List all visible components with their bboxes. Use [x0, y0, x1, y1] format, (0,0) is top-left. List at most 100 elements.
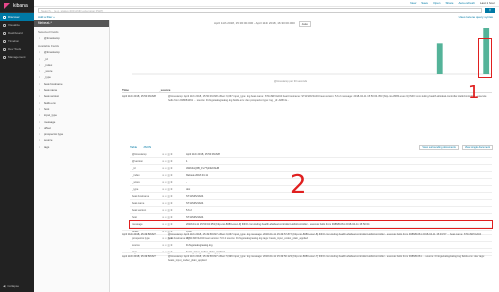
nav-item-discover[interactable]: Discover	[0, 13, 34, 21]
topbar-new[interactable]: New	[410, 1, 416, 5]
detail-filter-icons[interactable]: ⊕⊖▥✱	[162, 216, 186, 219]
annotation-number-2: 2	[290, 170, 307, 200]
histogram-chart[interactable]	[122, 26, 492, 78]
available-fields-list: t @timestamp t _id t _index t _score t _type t beat…	[34, 49, 109, 150]
nav-icon	[3, 55, 6, 59]
nav-label: Dev Tools	[8, 47, 22, 51]
detail-field-name: @version	[132, 159, 143, 163]
nav-item-timelion[interactable]: Timelion	[0, 37, 34, 45]
main-content: April 11th 2018, 15:30:00.000 - April 11…	[114, 20, 499, 292]
detail-field-value: filebeat-2018.04.11	[186, 173, 209, 177]
detail-filter-icons[interactable]: ⊕⊖▥✱	[162, 188, 186, 191]
detail-field-value: doc	[186, 187, 191, 191]
search-button[interactable]: ⚲	[485, 8, 495, 13]
nav-items: Discover Visualize Dashboard Timelion Dev To…	[0, 13, 34, 61]
detail-filter-icons[interactable]: ⊕⊖▥✱	[162, 209, 186, 212]
app-name: kibana	[13, 3, 28, 9]
topbar-open[interactable]: Open	[433, 1, 440, 5]
source-column-header: _source	[158, 87, 171, 92]
topbar-share[interactable]: Share	[445, 1, 453, 5]
hits-header: Time _source	[122, 87, 492, 93]
nav-label: Timelion	[8, 39, 20, 43]
detail-row: _index ⊕⊖▥✱ filebeat-2018.04.11	[130, 172, 492, 179]
detail-field-value: ST11SRV4A04	[186, 201, 204, 205]
detail-field-name: beat.hostname	[132, 194, 150, 198]
nav-icon	[3, 15, 6, 19]
side-nav: kibana Discover Visualize Dashboard Timelio…	[0, 0, 34, 292]
nav-item-dashboard[interactable]: Dashboard	[0, 29, 34, 37]
detail-row: _type ⊕⊖▥✱ doc	[130, 186, 492, 193]
time-picker[interactable]: Last 1 hour	[480, 1, 495, 5]
field-name: tags	[44, 144, 50, 149]
detail-filter-icons[interactable]: ⊕⊖▥✱	[162, 153, 186, 156]
detail-row: beat.hostname ⊕⊖▥✱ ST11SRV4A04	[130, 193, 492, 200]
detail-field-value: 1	[186, 159, 188, 163]
detail-field-name: message	[132, 222, 143, 226]
detail-filter-icons[interactable]: ⊕⊖▥✱	[162, 223, 186, 226]
nav-label: Management	[8, 55, 26, 59]
available-fields-header: Available Fields	[38, 44, 59, 49]
search-row: Search... (e.g. status:200 AND extension…	[34, 7, 499, 14]
selected-fields-header: Selected Fields	[38, 30, 59, 34]
topbar-save[interactable]: Save	[421, 1, 428, 5]
nav-icon	[3, 47, 6, 51]
hit-time: April 11th 2018, 15:49:58.827	[122, 233, 156, 236]
nav-item-visualize[interactable]: Visualize	[0, 21, 34, 29]
view-surrounding-link[interactable]: View surrounding documents	[419, 145, 459, 150]
kibana-logo-icon	[4, 3, 10, 9]
hit-row[interactable]: April 11th 2018, 15:49:58.827 @timestamp…	[122, 252, 492, 263]
hit-row[interactable]: April 11th 2018, 15:50:09.828 @timestamp…	[122, 95, 492, 103]
detail-field-value: April 11th 2018, 15:50:09.828	[186, 152, 220, 156]
detail-field-name: _index	[132, 173, 140, 177]
annotation-number-1: 1	[468, 82, 480, 103]
detail-filter-icons[interactable]: ⊕⊖▥✱	[162, 174, 186, 177]
app: kibana Discover Visualize Dashboard Timelio…	[0, 0, 499, 292]
histogram-bar[interactable]	[436, 43, 443, 74]
detail-row: beat.version ⊕⊖▥✱ 5.6.2	[130, 207, 492, 214]
top-bar: New Save Open Share Auto-refresh Last 1 …	[34, 0, 499, 7]
hit-row[interactable]: April 11th 2018, 15:49:58.827 @timestamp…	[122, 230, 492, 241]
tab-json[interactable]: JSON	[143, 145, 151, 149]
detail-row: @timestamp ⊕⊖▥✱ April 11th 2018, 15:50:09.…	[130, 151, 492, 158]
tab-table[interactable]: Table	[130, 145, 137, 149]
nav-item-management[interactable]: Management	[0, 53, 34, 61]
nav-icon	[3, 39, 6, 43]
detail-filter-icons[interactable]: ⊕⊖▥✱	[162, 202, 186, 205]
detail-filter-icons[interactable]: ⊕⊖▥✱	[162, 160, 186, 163]
nav-item-dev-tools[interactable]: Dev Tools	[0, 45, 34, 53]
topbar-auto-refresh[interactable]: Auto-refresh	[458, 1, 475, 5]
detail-filter-icons[interactable]: ⊕⊖▥✱	[162, 244, 186, 247]
hit-time: April 11th 2018, 15:50:09.828	[122, 95, 156, 98]
add-filter-link[interactable]: Add a filter +	[38, 15, 55, 19]
detail-row: @version ⊕⊖▥✱ 1	[130, 158, 492, 165]
nav-icon	[3, 31, 6, 35]
detail-filter-icons[interactable]: ⊕⊖▥✱	[162, 167, 186, 170]
detail-row: host ⊕⊖▥✱ ST11SRV4A04	[130, 214, 492, 221]
detail-row: _id ⊕⊖▥✱ AWK4sQ6B_Fv7TpNHKbHB	[130, 165, 492, 172]
lucene-syntax-link[interactable]: Uses lucene query syntax	[459, 15, 493, 19]
detail-field-value: AWK4sQ6B_Fv7TpNHKbHB	[186, 166, 220, 170]
collapse-button[interactable]: ◀ Collapse	[3, 284, 19, 288]
detail-field-value: 2018-04-11 15:50:04.353 [http-nio-8080-e…	[186, 222, 370, 226]
detail-filter-icons[interactable]: ⊕⊖▥✱	[162, 181, 186, 184]
field-item[interactable]: t tags	[34, 144, 109, 150]
doc-links: View surrounding documents View single d…	[419, 145, 493, 150]
detail-field-value: -	[186, 180, 187, 184]
index-pattern-selector[interactable]: filebeat-*	[34, 20, 109, 27]
kibana-logo[interactable]: kibana	[0, 0, 34, 13]
hit-source: @timestamp: April 11th 2018, 15:50:09.82…	[168, 95, 487, 102]
detail-field-value: 5.6.2	[186, 208, 192, 212]
search-input[interactable]: Search... (e.g. status:200 AND extension…	[38, 8, 482, 13]
chart-x-label: @timestamp per 30 seconds	[274, 80, 308, 83]
field-name: @timestamp	[44, 36, 60, 40]
doc-tabs: Table JSON	[130, 145, 151, 149]
detail-field-name: _id	[132, 166, 136, 170]
nav-label: Visualize	[8, 23, 20, 27]
nav-icon	[3, 23, 6, 27]
annotation-box-bars	[478, 38, 492, 78]
time-column-header[interactable]: Time	[122, 88, 129, 92]
detail-field-value: D:/logs/ealog/ealog.log	[186, 243, 213, 247]
detail-field-name: _type	[132, 187, 139, 191]
view-single-link[interactable]: View single document	[461, 145, 493, 150]
detail-filter-icons[interactable]: ⊕⊖▥✱	[162, 195, 186, 198]
